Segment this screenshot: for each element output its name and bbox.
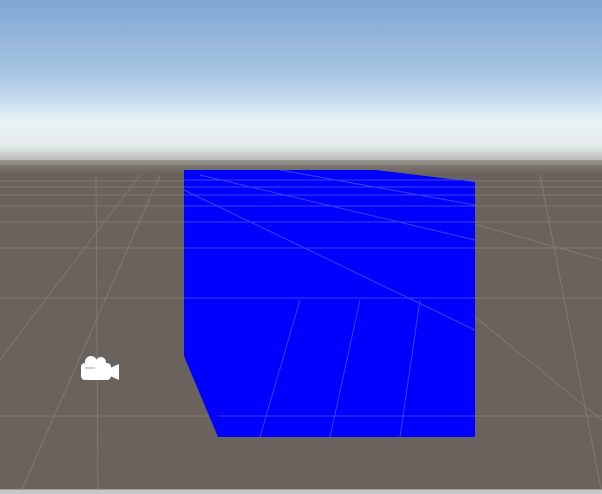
- scene-viewport[interactable]: [0, 0, 602, 494]
- camera-icon[interactable]: [78, 353, 122, 383]
- viewport-bottom-edge: [0, 489, 602, 494]
- cube-front-face[interactable]: [184, 170, 475, 437]
- scene-render[interactable]: [0, 0, 602, 494]
- cube-object[interactable]: [183, 169, 476, 438]
- skybox: [0, 0, 602, 170]
